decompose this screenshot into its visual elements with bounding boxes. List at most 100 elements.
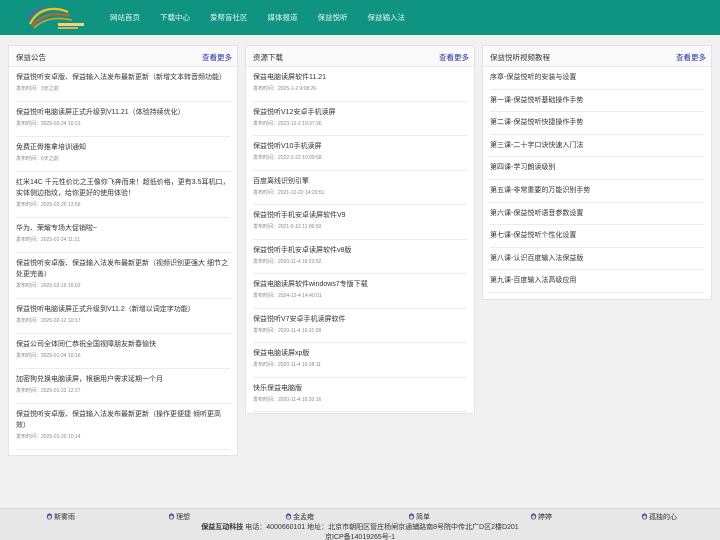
tutorial-link[interactable]: 第二课-保益悦听快捷操作手势 xyxy=(490,112,704,135)
list-item: 保益悦听安卓版、保益输入法发布最新更新（视频识别更强大 细节之处更完善） 发布时… xyxy=(16,253,230,299)
list-item: 保益悦听手机安卓读屏软件v8版 发布时间：2020-11-4 16:23:02 xyxy=(253,240,467,274)
panel-header: 保益悦听视频教程 查看更多 xyxy=(483,46,711,67)
announcement-list: 保益悦听安卓版、保益输入法发布最新更新（新增文本转音频功能） 发布时间：3天之前… xyxy=(9,67,237,450)
list-item: 华为、荣耀专场大促销啦~ 发布时间：2025-02-24 11:11 xyxy=(16,218,230,253)
main-nav: 网站首页 下载中心 爱帮盲社区 媒体报道 保益悦听 保益输入法 xyxy=(100,0,425,35)
item-title-link[interactable]: 快乐保益电脑版 xyxy=(253,383,467,394)
tutorials-panel: 保益悦听视频教程 查看更多 序章-保益悦听的安装与设置 第一课-保益悦听基础操作… xyxy=(482,45,712,300)
qq-contact[interactable]: 理想 xyxy=(168,512,190,522)
item-time: 发布时间：2022-2-22 10:09:58 xyxy=(253,155,322,161)
announcements-panel: 保益公告 查看更多 保益悦听安卓版、保益输入法发布最新更新（新增文本转音频功能）… xyxy=(8,45,238,456)
item-title-link[interactable]: 保益悦听手机安卓读屏软件v8版 xyxy=(253,245,467,256)
item-time: 发布时间：2025-02-19 16:02 xyxy=(16,283,81,289)
more-link[interactable]: 查看更多 xyxy=(676,52,706,63)
item-title-link[interactable]: 保益悦听手机安卓读屏软件V9 xyxy=(253,210,467,221)
item-title-link[interactable]: 保益电脑读屏xp版 xyxy=(253,348,467,359)
downloads-panel: 资源下载 查看更多 保益电脑读屏软件11.21 发布时间：2025-1-2 9:… xyxy=(245,45,475,414)
item-title-link[interactable]: 保益公司全体同仁恭祝全国视障朋友新春愉快 xyxy=(16,339,230,350)
item-time: 发布时间：2020-11-4 16:31:09 xyxy=(253,327,322,334)
item-time: 发布时间：2021-5-12 11:06:50 xyxy=(253,224,322,230)
panel-title: 保益公告 xyxy=(16,53,46,62)
site-header: 网站首页 下载中心 爱帮盲社区 媒体报道 保益悦听 保益输入法 xyxy=(0,0,720,35)
list-item: 保益电脑读屏xp版 发布时间：2020-11-4 16:28:11 xyxy=(253,343,467,378)
footer-contact-line: 保益互动科技 电话：4000660101 地址：北京市朝阳区管庄杨闸京通辅路南8… xyxy=(0,522,720,532)
qq-contact-name: 理想 xyxy=(176,514,190,521)
item-title-link[interactable]: 保益悦听V10手机读屏 xyxy=(253,141,467,152)
item-time: 发布时间：2021-12-22 14:29:51 xyxy=(253,189,325,196)
item-title-link[interactable]: 百度离线识别引擎 xyxy=(253,176,467,187)
item-title-link[interactable]: 保益悦听电脑读屏正式升级到V11.2（新增以词定字功能） xyxy=(16,304,230,315)
tutorial-link[interactable]: 第三课-二十字口诀快速入门法 xyxy=(490,135,704,158)
nav-home[interactable]: 网站首页 xyxy=(110,12,140,23)
item-title-link[interactable]: 保益电脑读屏软件11.21 xyxy=(253,72,467,83)
item-time: 发布时间：2025-01-20 10:14 xyxy=(16,434,81,440)
item-time: 发布时间：2020-11-4 16:23:02 xyxy=(253,258,322,265)
list-item: 快乐保益电脑版 发布时间：2020-11-4 16:20:16 xyxy=(253,378,467,412)
qq-contact-name: 斯雾雨 xyxy=(54,514,75,521)
item-time: 发布时间：2025-02-24 11:11 xyxy=(16,237,80,243)
list-item: 保益悦听安卓版、保益输入法发布最新更新（操作更便捷 倾听更高效） 发布时间：20… xyxy=(16,404,230,450)
qq-contact-name: 简单 xyxy=(416,514,430,521)
more-link[interactable]: 查看更多 xyxy=(439,52,469,63)
item-title-link[interactable]: 保益悦听V7安卓手机读屏软件 xyxy=(253,314,467,325)
tutorial-link[interactable]: 第一课-保益悦听基础操作手势 xyxy=(490,90,704,113)
item-title-link[interactable]: 免费正骨推拿培训通知 xyxy=(16,142,230,153)
item-time: 发布时间：2023-12-2 10:37:36 xyxy=(253,120,322,127)
more-link[interactable]: 查看更多 xyxy=(202,52,232,63)
item-title-link[interactable]: 保益悦听安卓版、保益输入法发布最新更新（新增文本转音频功能） xyxy=(16,72,230,83)
tutorial-link[interactable]: 第四课-学习朗读级别 xyxy=(490,157,704,180)
qq-penguin-icon xyxy=(641,513,648,520)
panel-title: 保益悦听视频教程 xyxy=(490,53,550,62)
panel-header: 保益公告 查看更多 xyxy=(9,46,237,67)
tutorial-link[interactable]: 第七课-保益悦听个性化设置 xyxy=(490,225,704,248)
list-item: 红米14C 千元性价比之王像你飞奔而来！超低价格，更有3.5耳机口，实体侧边指纹… xyxy=(16,172,230,218)
footer-icp[interactable]: 京ICP备14019265号-1 xyxy=(0,532,720,540)
nav-download[interactable]: 下载中心 xyxy=(160,12,190,23)
item-time: 发布时间：2025-01-22 12:37 xyxy=(16,388,81,394)
qq-penguin-icon xyxy=(530,513,537,520)
qq-contact[interactable]: 孤独的心 xyxy=(641,512,677,522)
qq-contact[interactable]: 婷婷 xyxy=(530,512,552,522)
tutorial-link[interactable]: 第八课-认识百度输入法保益版 xyxy=(490,248,704,271)
nav-input-method[interactable]: 保益输入法 xyxy=(368,12,406,23)
list-item: 保益悦听V12安卓手机读屏 发布时间：2023-12-2 10:37:36 xyxy=(253,102,467,136)
list-item: 免费正骨推拿培训通知 发布时间：6天之前 xyxy=(16,137,230,172)
site-logo[interactable] xyxy=(24,2,90,33)
qq-contact[interactable]: 金孟雍 xyxy=(285,512,314,522)
qq-contact-name: 金孟雍 xyxy=(293,514,314,521)
tutorial-link[interactable]: 第五课-非常重要的万能识别手势 xyxy=(490,180,704,203)
logo-icon xyxy=(27,7,84,29)
item-time: 发布时间：2020-11-4 16:20:16 xyxy=(253,396,322,403)
item-title-link[interactable]: 加密狗兑换电脑读屏，根据用户需求延期一个月 xyxy=(16,374,230,385)
item-title-link[interactable]: 保益悦听安卓版、保益输入法发布最新更新（视频识别更强大 细节之处更完善） xyxy=(16,258,230,280)
nav-media[interactable]: 媒体报道 xyxy=(268,12,298,23)
item-time: 发布时间：2025-02-12 10:17 xyxy=(16,318,81,324)
item-title-link[interactable]: 红米14C 千元性价比之王像你飞奔而来！超低价格，更有3.5耳机口，实体侧边指纹… xyxy=(16,177,230,199)
item-time: 发布时间：2024-12-4 14:40:01 xyxy=(253,293,322,299)
item-title-link[interactable]: 保益悦听电脑读屏正式升级到V11.21（体验持续优化） xyxy=(16,107,230,118)
tutorial-link[interactable]: 序章-保益悦听的安装与设置 xyxy=(490,67,704,90)
item-time: 发布时间：2025-02-24 10:13 xyxy=(16,121,81,127)
download-list: 保益电脑读屏软件11.21 发布时间：2025-1-2 9:08:26 保益悦听… xyxy=(246,67,474,412)
nav-community[interactable]: 爱帮盲社区 xyxy=(210,12,248,23)
list-item: 保益电脑读屏软件11.21 发布时间：2025-1-2 9:08:26 xyxy=(253,67,467,102)
tutorial-list: 序章-保益悦听的安装与设置 第一课-保益悦听基础操作手势 第二课-保益悦听快捷操… xyxy=(483,67,711,293)
qq-contact[interactable]: 简单 xyxy=(408,512,430,522)
tutorial-link[interactable]: 第九课-百度输入法高级应用 xyxy=(490,270,704,293)
item-time: 发布时间：2025-02-25 13:56 xyxy=(16,202,81,208)
qq-penguin-icon xyxy=(168,513,175,520)
item-title-link[interactable]: 保益电脑读屏软件windows7专版下载 xyxy=(253,279,467,290)
item-title-link[interactable]: 保益悦听V12安卓手机读屏 xyxy=(253,107,467,118)
item-title-link[interactable]: 保益悦听安卓版、保益输入法发布最新更新（操作更便捷 倾听更高效） xyxy=(16,409,230,431)
item-title-link[interactable]: 华为、荣耀专场大促销啦~ xyxy=(16,223,230,234)
qq-contact[interactable]: 斯雾雨 xyxy=(46,512,75,522)
qq-penguin-icon xyxy=(285,513,292,520)
tutorial-link[interactable]: 第六课-保益悦听语音参数设置 xyxy=(490,203,704,226)
footer-contact: 电话：4000660101 地址：北京市朝阳区管庄杨闸京通辅路南8号院中传北广D… xyxy=(245,524,519,531)
list-item: 百度离线识别引擎 发布时间：2021-12-22 14:29:51 xyxy=(253,171,467,205)
list-item: 保益悦听手机安卓读屏软件V9 发布时间：2021-5-12 11:06:50 xyxy=(253,205,467,240)
nav-yueting[interactable]: 保益悦听 xyxy=(318,12,348,23)
item-time: 发布时间：3天之前 xyxy=(16,86,59,92)
list-item: 保益悦听V10手机读屏 发布时间：2022-2-22 10:09:58 xyxy=(253,136,467,171)
list-item: 保益电脑读屏软件windows7专版下载 发布时间：2024-12-4 14:4… xyxy=(253,274,467,309)
